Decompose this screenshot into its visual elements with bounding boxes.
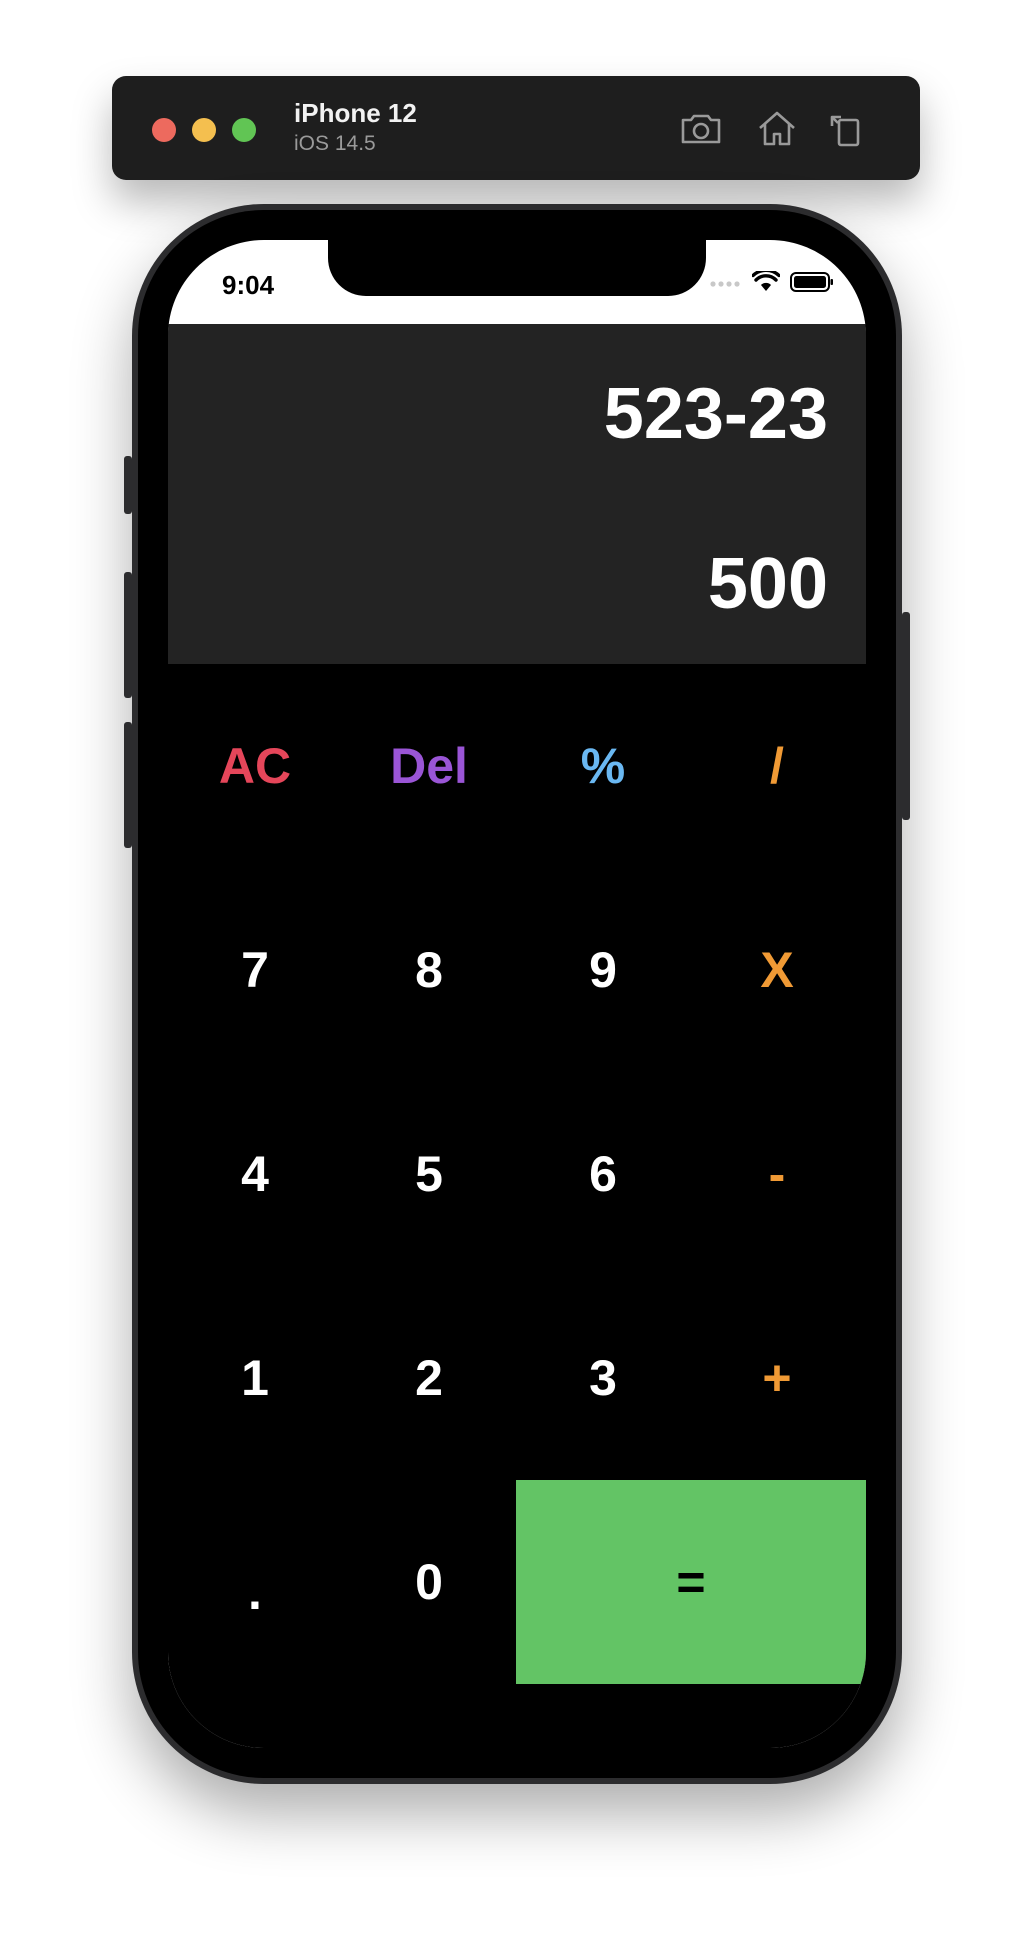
screenshot-icon[interactable] (678, 106, 724, 152)
digit-1-label: 1 (241, 1350, 269, 1406)
calculator-app: 523-23 500 AC Del % / 7 8 9 X 4 5 6 - 1 … (168, 324, 866, 1748)
minimize-window-button[interactable] (192, 118, 216, 142)
digit-4-label: 4 (241, 1146, 269, 1202)
digit-9-button[interactable]: 9 (516, 868, 690, 1072)
device-name: iPhone 12 (294, 98, 417, 128)
digit-3-button[interactable]: 3 (516, 1276, 690, 1480)
equals-button[interactable]: = (516, 1480, 866, 1684)
status-icons (710, 268, 834, 298)
digit-2-button[interactable]: 2 (342, 1276, 516, 1480)
digit-3-label: 3 (589, 1350, 617, 1406)
add-button[interactable]: + (690, 1276, 864, 1480)
clear-button[interactable]: AC (168, 664, 342, 868)
delete-button[interactable]: Del (342, 664, 516, 868)
os-version: iOS 14.5 (294, 132, 376, 155)
digit-5-label: 5 (415, 1146, 443, 1202)
percent-button-label: % (580, 738, 626, 794)
digit-5-button[interactable]: 5 (342, 1072, 516, 1276)
close-window-button[interactable] (152, 118, 176, 142)
wifi-icon (751, 268, 781, 298)
clear-button-label: AC (218, 738, 292, 794)
keypad: AC Del % / 7 8 9 X 4 5 6 - 1 2 3 + . 0 = (168, 664, 866, 1688)
volume-down-button (124, 722, 132, 848)
digit-7-button[interactable]: 7 (168, 868, 342, 1072)
silent-switch (124, 456, 132, 514)
decimal-button-label: . (248, 1564, 262, 1620)
power-button (902, 612, 910, 820)
home-icon[interactable] (754, 106, 800, 152)
calculator-display: 523-23 500 (168, 324, 866, 664)
cellular-icon (710, 275, 742, 293)
delete-button-label: Del (390, 738, 468, 794)
digit-2-label: 2 (415, 1350, 443, 1406)
battery-icon (790, 271, 834, 298)
digit-8-button[interactable]: 8 (342, 868, 516, 1072)
rotate-icon[interactable] (824, 106, 870, 152)
decimal-button[interactable]: . (168, 1480, 342, 1684)
result-text: 500 (707, 544, 828, 624)
subtract-button[interactable]: - (690, 1072, 864, 1276)
zoom-window-button[interactable] (232, 118, 256, 142)
subtract-button-label: - (768, 1146, 786, 1202)
digit-0-label: 0 (415, 1554, 443, 1610)
multiply-button[interactable]: X (690, 868, 864, 1072)
digit-9-label: 9 (589, 942, 617, 998)
digit-0-button[interactable]: 0 (342, 1480, 516, 1684)
digit-6-label: 6 (589, 1146, 617, 1202)
percent-button[interactable]: % (516, 664, 690, 868)
home-indicator[interactable] (393, 1722, 641, 1732)
divide-button-label: / (770, 738, 784, 794)
equals-button-label: = (676, 1554, 706, 1610)
multiply-button-label: X (760, 942, 794, 998)
digit-1-button[interactable]: 1 (168, 1276, 342, 1480)
notch (328, 240, 706, 296)
divide-button[interactable]: / (690, 664, 864, 868)
device-screen: 9:04 523-23 500 AC Del % / 7 8 9 X 4 5 6… (168, 240, 866, 1748)
volume-up-button (124, 572, 132, 698)
digit-4-button[interactable]: 4 (168, 1072, 342, 1276)
digit-8-label: 8 (415, 942, 443, 998)
digit-6-button[interactable]: 6 (516, 1072, 690, 1276)
simulator-toolbar: iPhone 12 iOS 14.5 (112, 76, 920, 180)
digit-7-label: 7 (241, 942, 269, 998)
status-time: 9:04 (222, 270, 275, 300)
expression-text: 523-23 (603, 374, 828, 454)
add-button-label: + (762, 1350, 792, 1406)
